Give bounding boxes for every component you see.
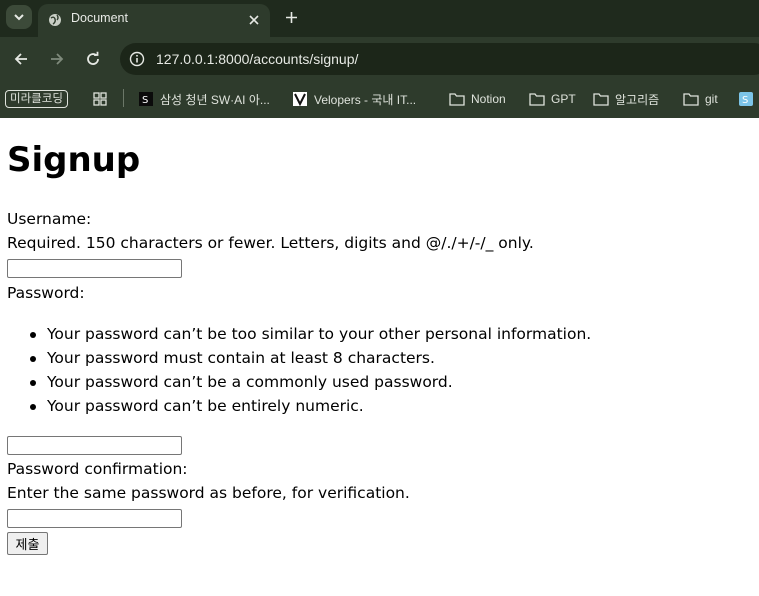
tab-strip: Document [0,0,759,37]
bookmark-folder-git[interactable]: git [683,88,718,110]
reload-button[interactable] [83,49,103,69]
plus-icon [285,11,297,23]
password-rule: Your password can’t be entirely numeric. [29,394,591,418]
bookmarks-separator [123,89,124,107]
bookmark-label: 미라클코딩 [5,90,68,108]
tab-title: Document [71,11,128,25]
globe-icon [49,14,61,26]
svg-text:S: S [142,95,148,106]
velopers-icon [293,92,307,107]
browser-chrome: Document 127.0.0.1:8000/accounts/signup/ [0,0,759,118]
page-title: Signup [7,140,141,180]
ssafy-icon: S [139,92,153,106]
bookmark-label: Velopers - 국내 IT... [314,92,417,107]
password-confirmation-label: Password confirmation: [7,460,188,478]
address-bar[interactable]: 127.0.0.1:8000/accounts/signup/ [120,43,759,75]
password-confirmation-help-text: Enter the same password as before, for v… [7,484,410,502]
page-content: Signup Username: Required. 150 character… [0,118,759,596]
bookmark-label: 삼성 청년 SW·AI 아... [160,92,270,107]
password-rule: Your password can’t be too similar to yo… [29,322,591,346]
bookmark-ssafy[interactable]: S 삼성 청년 SW·AI 아... [138,88,270,110]
submit-button[interactable]: 제출 [7,532,48,555]
arrow-right-icon [51,53,64,65]
folder-icon [593,93,609,106]
back-button[interactable] [11,49,31,69]
password-rule: Your password can’t be a commonly used p… [29,370,591,394]
bookmark-miracle-coding[interactable]: 미라클코딩 [5,88,68,110]
password-label: Password: [7,284,85,302]
tab-document[interactable]: Document [38,4,270,37]
password-rules-list: Your password can’t be too similar to yo… [29,322,591,418]
password-input[interactable] [7,436,182,455]
reload-icon [87,51,99,65]
info-icon[interactable] [128,50,146,68]
bookmark-label: Notion [471,92,506,106]
password-rule: Your password must contain at least 8 ch… [29,346,591,370]
tab-search-button[interactable] [6,5,32,29]
svg-text:S: S [742,95,748,106]
bookmark-folder-notion[interactable]: Notion [449,88,506,110]
apps-grid-button[interactable] [92,88,108,110]
apps-grid-icon [93,92,107,106]
bookmark-icon: S [739,92,753,106]
bookmark-folder-gpt[interactable]: GPT [529,88,576,110]
folder-icon [529,93,545,106]
arrow-left-icon [14,53,27,65]
bookmark-folder-algorithm[interactable]: 알고리즘 [593,88,659,110]
password-confirmation-input[interactable] [7,509,182,528]
browser-toolbar: 127.0.0.1:8000/accounts/signup/ [0,37,759,81]
folder-icon [449,93,465,106]
bookmark-label: 알고리즘 [615,92,660,107]
username-label: Username: [7,210,92,228]
url-text: 127.0.0.1:8000/accounts/signup/ [156,51,359,67]
bookmarks-bar: 미라클코딩 S 삼성 청년 SW·AI 아... Velopers - 국내 I… [0,81,759,118]
bookmark-velopers[interactable]: Velopers - 국내 IT... [292,88,416,110]
bookmark-overflow[interactable]: S [738,88,754,110]
chevron-down-icon [14,14,24,21]
bookmark-label: GPT [551,92,576,106]
bookmark-label: git [705,92,718,106]
username-help-text: Required. 150 characters or fewer. Lette… [7,234,534,252]
folder-icon [683,93,699,106]
new-tab-button[interactable] [282,8,300,26]
forward-button[interactable] [47,49,67,69]
close-icon[interactable] [246,12,262,28]
username-input[interactable] [7,259,182,278]
